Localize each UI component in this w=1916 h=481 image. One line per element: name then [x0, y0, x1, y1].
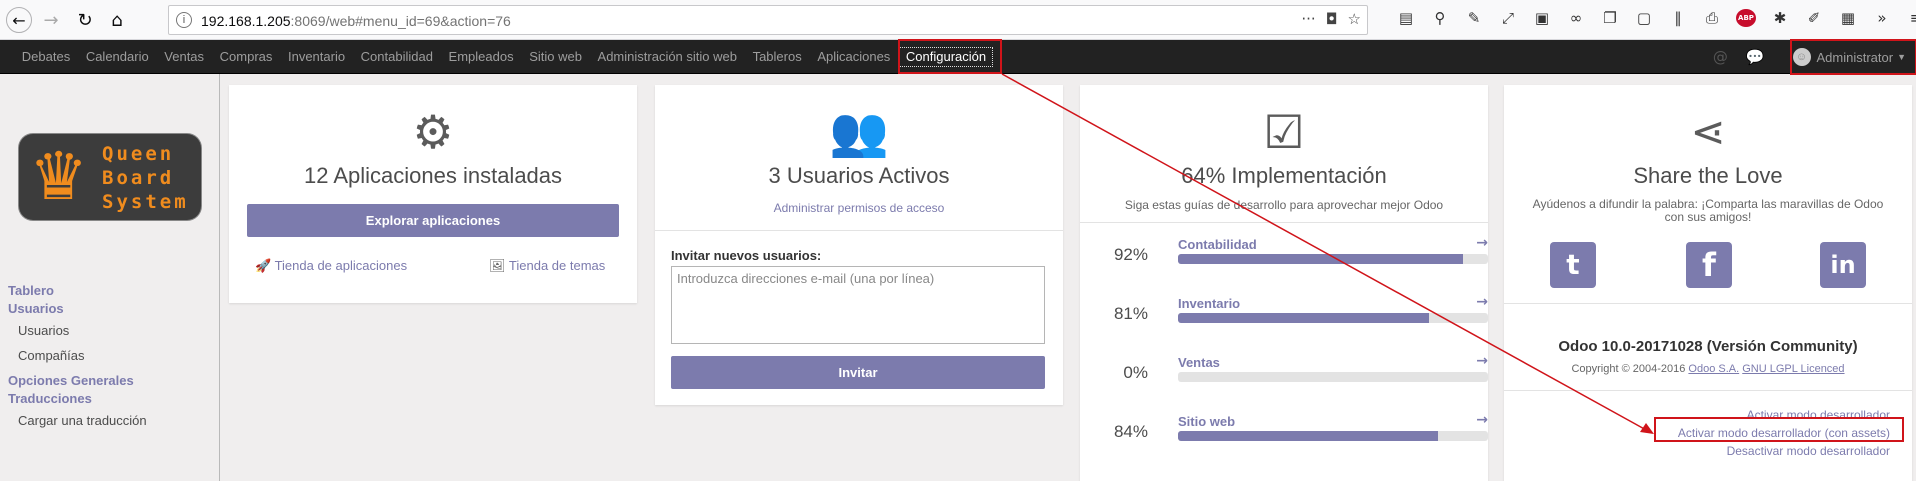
annotation-arrow — [1001, 73, 1654, 434]
